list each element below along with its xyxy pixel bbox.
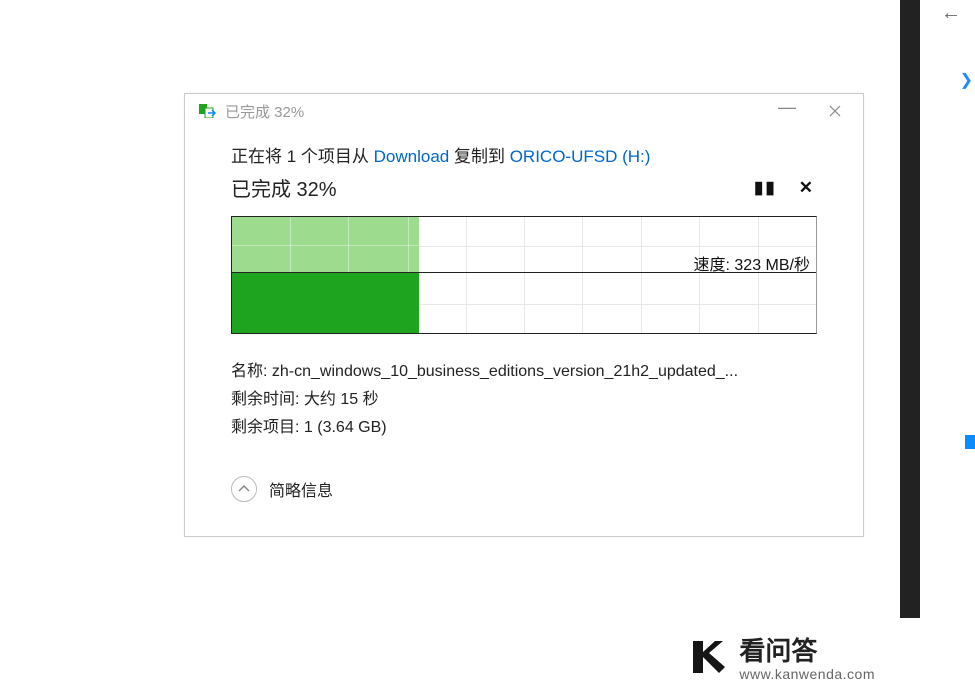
speed-chart: 速度: 323 MB/秒 xyxy=(231,216,817,334)
destination-link[interactable]: ORICO-UFSD (H:) xyxy=(510,147,651,166)
collapse-row: 简略信息 xyxy=(231,476,817,516)
detail-time: 剩余时间: 大约 15 秒 xyxy=(231,386,817,414)
watermark-logo-icon xyxy=(685,635,729,684)
speed-history-bar xyxy=(232,217,419,273)
speed-label: 速度: 323 MB/秒 xyxy=(694,251,810,275)
pause-button[interactable]: ▮▮ xyxy=(754,179,777,196)
decorative-square xyxy=(965,435,975,449)
progress-controls: ▮▮ ✕ xyxy=(754,179,817,196)
dialog-content: 正在将 1 个项目从 Download 复制到 ORICO-UFSD (H:) … xyxy=(185,128,863,536)
copy-dialog: 已完成 32% — 正在将 1 个项目从 Download 复制到 ORICO-… xyxy=(184,93,864,537)
copy-transfer-icon xyxy=(199,104,217,118)
progress-bar xyxy=(232,273,419,333)
decorative-accent: ❯ xyxy=(960,70,973,90)
side-light-area: ← ❯ xyxy=(920,0,975,618)
minimize-button[interactable]: — xyxy=(763,96,811,126)
detail-remaining: 剩余项目: 1 (3.64 GB) xyxy=(231,414,817,442)
cancel-button[interactable]: ✕ xyxy=(799,179,813,196)
copy-prefix: 正在将 1 个项目从 xyxy=(231,147,374,166)
dialog-title: 已完成 32% xyxy=(225,101,763,122)
status-row: 已完成 32% ▮▮ ✕ xyxy=(231,173,817,202)
progress-text: 已完成 32% xyxy=(231,173,337,202)
collapse-label[interactable]: 简略信息 xyxy=(269,477,333,501)
close-button[interactable] xyxy=(811,96,859,126)
detail-name: 名称: zh-cn_windows_10_business_editions_v… xyxy=(231,358,817,386)
dialog-titlebar: 已完成 32% — xyxy=(185,94,863,128)
source-link[interactable]: Download xyxy=(374,147,450,166)
side-dark-strip xyxy=(900,0,920,618)
copy-description: 正在将 1 个项目从 Download 复制到 ORICO-UFSD (H:) xyxy=(231,142,817,167)
chevron-up-icon[interactable] xyxy=(231,476,257,502)
window-controls: — xyxy=(763,96,859,126)
watermark-subtitle: www.kanwenda.com xyxy=(739,666,875,682)
watermark: 看问答 www.kanwenda.com xyxy=(685,635,875,684)
copy-middle: 复制到 xyxy=(449,147,509,166)
details-block: 名称: zh-cn_windows_10_business_editions_v… xyxy=(231,358,817,442)
back-arrow-icon[interactable]: ← xyxy=(941,2,961,25)
watermark-title: 看问答 xyxy=(739,637,875,667)
